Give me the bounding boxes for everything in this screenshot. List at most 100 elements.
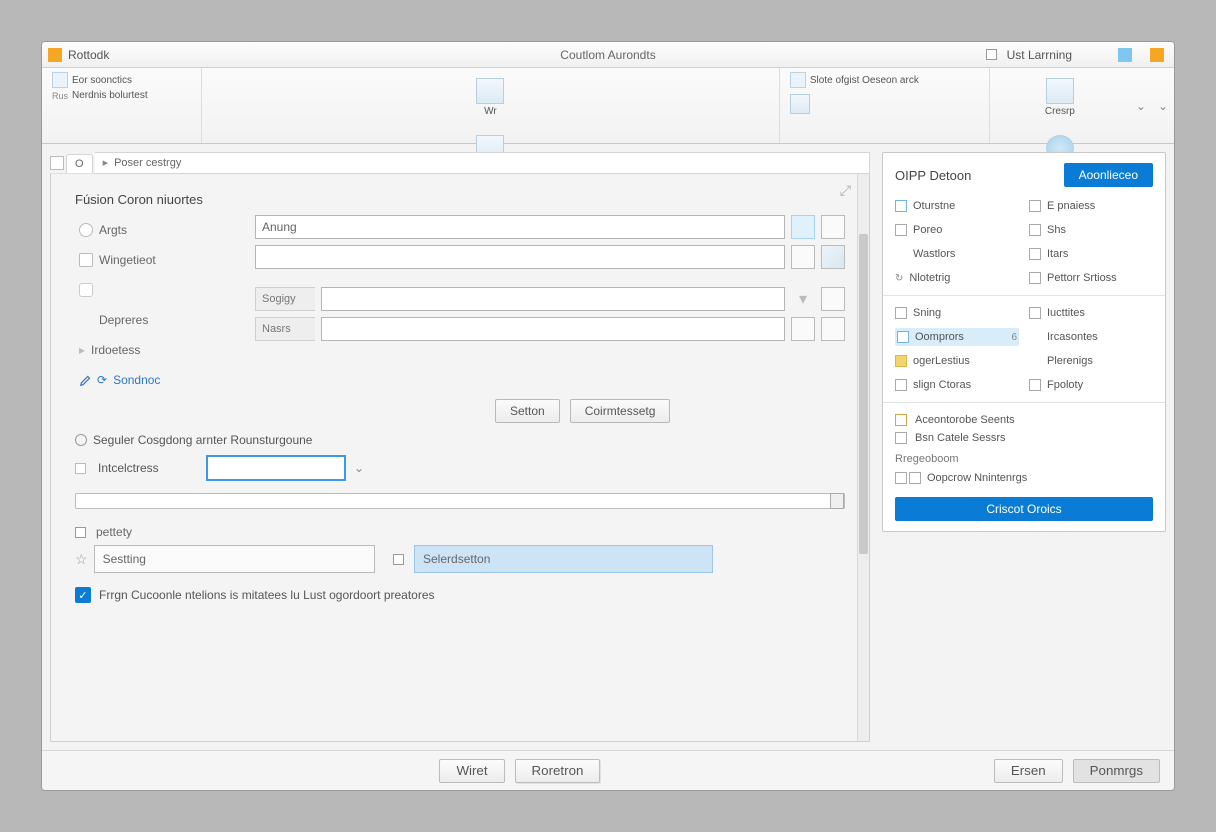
option-item[interactable]: Wingetieot bbox=[75, 245, 255, 275]
page-icon bbox=[1046, 78, 1074, 104]
panel-action-button[interactable]: Aoonlieceo bbox=[1064, 163, 1153, 187]
radio-icon bbox=[79, 223, 93, 237]
option-item[interactable]: ▸Irdoetess bbox=[75, 335, 255, 365]
ribbon-item[interactable]: RusNerdnis bolurtest bbox=[52, 90, 191, 101]
square-icon bbox=[1029, 307, 1041, 319]
square-icon bbox=[79, 253, 93, 267]
panel-check-item[interactable]: Aceontorobe Seents bbox=[895, 411, 1153, 429]
field-label: Nasrs bbox=[255, 317, 315, 341]
group-input[interactable] bbox=[321, 317, 785, 341]
ribbon-button[interactable]: Wr bbox=[212, 72, 769, 117]
panel-item[interactable]: Shs bbox=[1029, 221, 1153, 239]
ribbon-item[interactable]: Eor soonctics bbox=[52, 72, 191, 88]
option-item[interactable]: Depreres bbox=[75, 305, 255, 335]
selected-field[interactable]: Selerdsetton bbox=[414, 545, 713, 573]
ribbon-collapse-icon[interactable]: ⌄ bbox=[1130, 99, 1152, 113]
panel-item[interactable]: Wastlors bbox=[895, 245, 1019, 263]
ribbon-more-icon[interactable]: ⌄ bbox=[1152, 99, 1174, 113]
field-icon[interactable] bbox=[821, 317, 845, 341]
radio-icon bbox=[75, 434, 87, 446]
option-item[interactable] bbox=[75, 275, 255, 305]
square-icon bbox=[897, 331, 909, 343]
check-icon bbox=[75, 463, 86, 474]
square-icon bbox=[895, 472, 907, 484]
title-bar: Rottodk Coutlom Aurondts Ust Larrning bbox=[42, 42, 1174, 68]
field-icon[interactable] bbox=[821, 287, 845, 311]
ribbon-icon bbox=[476, 78, 504, 104]
progress-bar[interactable] bbox=[75, 493, 845, 509]
field-icon[interactable] bbox=[791, 245, 815, 269]
panel-item[interactable]: Sning bbox=[895, 304, 1019, 322]
action-button[interactable]: Coirmtessetg bbox=[570, 399, 671, 423]
checkbox-label: Frrgn Cucoonle ntelions is mitatees lu L… bbox=[99, 588, 435, 602]
panel-item[interactable]: slign Ctoras bbox=[895, 376, 1019, 394]
field-action-icon[interactable] bbox=[791, 215, 815, 239]
panel-item[interactable]: E pnaiess bbox=[1029, 197, 1153, 215]
square-icon bbox=[909, 472, 921, 484]
footer-button[interactable]: Ersen bbox=[994, 759, 1063, 783]
breadcrumb[interactable]: ▸Poser cestrgy bbox=[95, 152, 870, 174]
secondary-input[interactable] bbox=[255, 245, 785, 269]
footer-button[interactable]: Wiret bbox=[439, 759, 504, 783]
square-icon bbox=[393, 554, 404, 565]
footer-button[interactable]: Ponmrgs bbox=[1073, 759, 1160, 783]
panel-item[interactable]: ↻Nlotetrig bbox=[895, 269, 1019, 287]
option-item[interactable]: Argts bbox=[75, 215, 255, 245]
subsection-label: pettety bbox=[75, 525, 845, 539]
panel-item[interactable]: Iucttites bbox=[1029, 304, 1153, 322]
panel-item[interactable]: ogerLestius bbox=[895, 352, 1019, 370]
progress-handle[interactable] bbox=[830, 493, 844, 509]
section-title: Fúsion Coron niuortes bbox=[75, 192, 845, 207]
ribbon-small-label: Rus bbox=[52, 91, 68, 101]
count-badge: 6 bbox=[1011, 332, 1017, 343]
panel-item[interactable]: Oopcrow Nnintenrgs bbox=[895, 469, 1153, 487]
ribbon-item[interactable]: Slote ofgist Oeseon arck bbox=[790, 72, 979, 88]
field-icon[interactable] bbox=[821, 245, 845, 269]
title-center: Coutlom Aurondts bbox=[560, 48, 655, 62]
edit-icon bbox=[79, 373, 93, 387]
field-icon[interactable] bbox=[791, 317, 815, 341]
star-icon: ☆ bbox=[75, 551, 88, 568]
group-input[interactable] bbox=[321, 287, 785, 311]
panel-item[interactable]: Plerenigs bbox=[1029, 352, 1153, 370]
footer-button[interactable]: Roretron bbox=[515, 759, 601, 783]
pin-icon[interactable]: ⤢ bbox=[840, 182, 851, 199]
panel-check-item[interactable]: Bsn Catele Sessrs bbox=[895, 429, 1153, 447]
titlebar-check-icon bbox=[986, 49, 997, 60]
scrollbar[interactable] bbox=[857, 174, 869, 741]
action-button[interactable]: Setton bbox=[495, 399, 560, 423]
square-icon bbox=[895, 224, 907, 236]
section-subtitle: Seguler Cosgdong arnter Rounsturgoune bbox=[75, 433, 845, 447]
panel-cta-button[interactable]: Criscot Oroics bbox=[895, 497, 1153, 521]
window-control-icon[interactable] bbox=[1118, 48, 1132, 62]
panel-item[interactable]: Fpoloty bbox=[1029, 376, 1153, 394]
field-menu-icon[interactable] bbox=[821, 215, 845, 239]
combo-input[interactable] bbox=[206, 455, 346, 481]
square-icon bbox=[75, 527, 86, 538]
mail-icon bbox=[895, 200, 907, 212]
name-input[interactable] bbox=[255, 215, 785, 239]
checkbox-checked-icon[interactable]: ✓ bbox=[75, 587, 91, 603]
tab[interactable]: O bbox=[66, 154, 93, 173]
square-icon bbox=[1029, 200, 1041, 212]
field-label: Sogigy bbox=[255, 287, 315, 311]
panel-item[interactable]: Oturstne bbox=[895, 197, 1019, 215]
side-panel: OIPP Detoon Aoonlieceo Oturstne Poreo Wa… bbox=[882, 152, 1166, 532]
panel-item[interactable]: Ircasontes bbox=[1029, 328, 1153, 346]
link[interactable]: ⟳ Sondnoc bbox=[79, 373, 845, 387]
panel-item[interactable]: Poreo bbox=[895, 221, 1019, 239]
window-close-icon[interactable] bbox=[1150, 48, 1164, 62]
form-canvas: ⤢ Fúsion Coron niuortes Argts Wingetieot… bbox=[50, 174, 870, 742]
scrollbar-thumb[interactable] bbox=[859, 234, 868, 554]
readonly-field[interactable]: Sestting bbox=[94, 545, 375, 573]
panel-item[interactable]: Pettorr Srtioss bbox=[1029, 269, 1153, 287]
panel-item[interactable]: Itars bbox=[1029, 245, 1153, 263]
chevron-down-icon[interactable]: ⌄ bbox=[354, 461, 364, 475]
shape-icon bbox=[79, 283, 93, 297]
panel-item-selected[interactable]: Oomprors6 bbox=[895, 328, 1019, 346]
square-icon bbox=[1029, 379, 1041, 391]
ribbon-button[interactable]: Cresrp bbox=[1000, 72, 1120, 117]
tab-strip: O ▸Poser cestrgy bbox=[50, 152, 870, 174]
dropdown-icon[interactable]: ▾ bbox=[791, 287, 815, 311]
title-right: Ust Larrning bbox=[1007, 48, 1072, 62]
